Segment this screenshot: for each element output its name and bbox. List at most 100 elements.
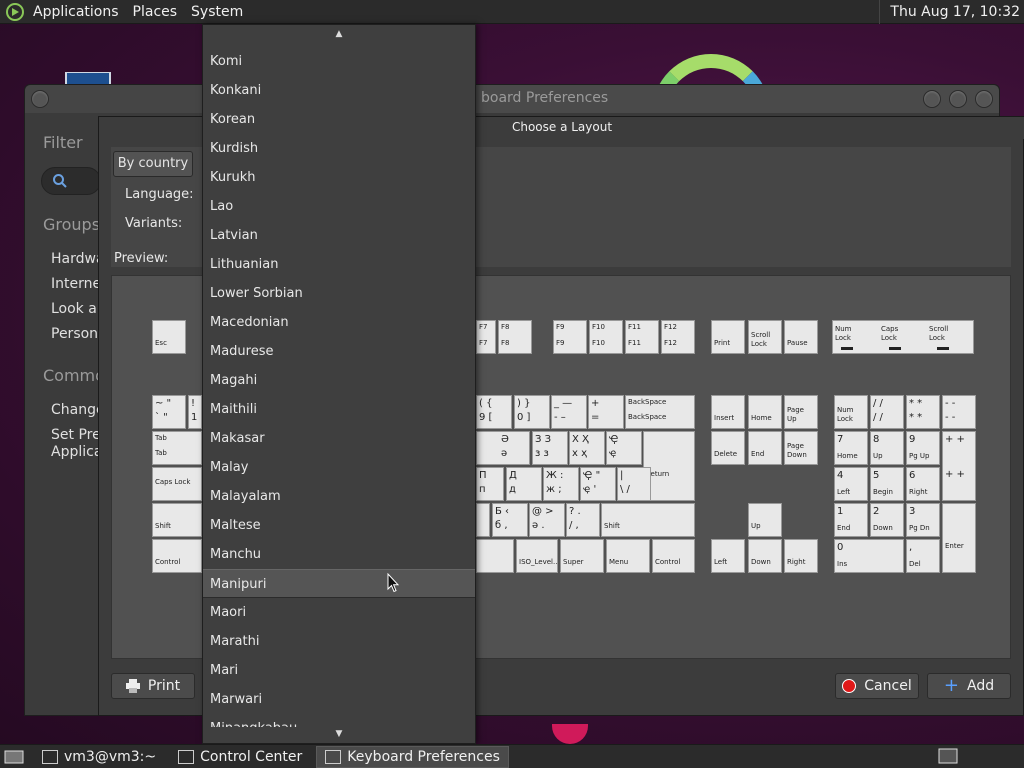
key-shift-left: Shift <box>152 503 202 537</box>
language-item-madurese[interactable]: Madurese <box>203 337 475 366</box>
language-item-lithuanian[interactable]: Lithuanian <box>203 250 475 279</box>
key-control-left: Control <box>152 539 202 573</box>
control-center-icon <box>178 749 195 764</box>
lock-indicators: Num Lock Caps Lock Scroll Lock <box>832 320 974 354</box>
key-kp-5: 5 Begin <box>870 467 904 501</box>
language-item-marathi[interactable]: Marathi <box>203 627 475 656</box>
key-right: Right <box>784 539 818 573</box>
language-item-komi[interactable]: Komi <box>203 47 475 76</box>
key-kp-divide: / / / / <box>870 395 904 429</box>
language-item-manchu[interactable]: Manchu <box>203 540 475 569</box>
variants-label: Variants: <box>125 216 183 231</box>
groups-heading: Groups <box>43 215 101 234</box>
workspace-switcher-icon[interactable] <box>938 748 958 764</box>
common-heading: Commo <box>43 366 105 385</box>
cancel-button[interactable]: Cancel <box>835 673 919 699</box>
language-item-lower-sorbian[interactable]: Lower Sorbian <box>203 279 475 308</box>
maximize-button[interactable] <box>949 90 967 108</box>
common-item-change[interactable]: Change <box>51 402 105 418</box>
add-button-label: Add <box>966 678 995 694</box>
language-item-macedonian[interactable]: Macedonian <box>203 308 475 337</box>
cancel-icon <box>842 679 857 693</box>
minimize-button[interactable] <box>923 90 941 108</box>
filter-search-input[interactable] <box>41 167 101 195</box>
key-partial <box>476 503 490 537</box>
key-de: Дд <box>506 467 542 501</box>
taskbar-item-label: Keyboard Preferences <box>347 748 500 765</box>
key-tilde: ~ " ` " <box>152 395 186 429</box>
print-button[interactable]: Print <box>111 673 195 699</box>
window-menu-button[interactable] <box>31 90 49 108</box>
key-kp-enter: Enter <box>942 503 976 573</box>
language-item-kurukh[interactable]: Kurukh <box>203 163 475 192</box>
filter-heading: Filter <box>43 133 83 152</box>
add-button[interactable]: + Add <box>927 673 1011 699</box>
language-item-korean[interactable]: Korean <box>203 105 475 134</box>
language-item-lao[interactable]: Lao <box>203 192 475 221</box>
language-item-konkani[interactable]: Konkani <box>203 76 475 105</box>
key-kp-6: 6 Right <box>906 467 940 501</box>
key-f9: F9 F9 <box>553 320 587 354</box>
key-9: ( {9 [ <box>476 395 512 429</box>
show-desktop-icon[interactable] <box>4 750 24 764</box>
language-item-manipuri[interactable]: Manipuri <box>203 569 475 598</box>
tab-by-country[interactable]: By country <box>113 151 193 177</box>
key-page-down: Page Down <box>784 431 818 465</box>
key-0: ) } 0 ] <box>514 395 550 429</box>
language-item-kurdish[interactable]: Kurdish <box>203 134 475 163</box>
print-button-label: Print <box>147 678 181 694</box>
preview-label: Preview: <box>114 251 169 266</box>
menu-places[interactable]: Places <box>126 0 185 24</box>
taskbar-item-terminal[interactable]: vm3@vm3:~ <box>34 746 164 768</box>
language-item-malayalam[interactable]: Malayalam <box>203 482 475 511</box>
key-question: ? . / , <box>566 503 600 537</box>
taskbar-item-control-center[interactable]: Control Center <box>170 746 310 768</box>
taskbar-item-keyboard-preferences[interactable]: Keyboard Preferences <box>316 745 509 768</box>
scroll-down-arrow[interactable]: ▼ <box>203 727 475 741</box>
terminal-icon <box>42 749 58 764</box>
cancel-button-label: Cancel <box>864 678 912 694</box>
printer-icon <box>125 679 140 693</box>
key-esc: Esc <box>152 320 186 354</box>
mouse-cursor-icon <box>387 573 399 593</box>
key-schwa: Әә <box>476 431 530 465</box>
language-item-maithili[interactable]: Maithili <box>203 395 475 424</box>
key-kp-multiply: * * * * <box>906 395 940 429</box>
language-item-maori[interactable]: Maori <box>203 598 475 627</box>
language-item-makasar[interactable]: Makasar <box>203 424 475 453</box>
close-button[interactable] <box>975 90 993 108</box>
key-pe: Пп <box>476 467 504 501</box>
language-list: Komi Konkani Korean Kurdish Kurukh Lao Latvian… <box>203 47 475 743</box>
key-insert: Insert <box>711 395 745 429</box>
menu-system[interactable]: System <box>184 0 250 24</box>
menu-applications[interactable]: Applications <box>26 0 126 24</box>
key-backslash: | \ / <box>617 467 651 501</box>
language-item-latvian[interactable]: Latvian <box>203 221 475 250</box>
group-hardware[interactable]: Hardwa <box>51 251 105 267</box>
distro-logo-icon[interactable] <box>6 2 24 21</box>
language-label: Language: <box>125 187 194 202</box>
keyboard-preferences-titlebar[interactable]: board Preferences <box>471 85 999 113</box>
language-item-mari[interactable]: Mari <box>203 656 475 685</box>
language-dropdown-list[interactable]: ▲ Komi Konkani Korean Kurdish Kurukh Lao Latvi… <box>202 24 476 744</box>
clock[interactable]: Thu Aug 17, 10:32 <box>879 0 1020 24</box>
key-page-up: Page Up <box>784 395 818 429</box>
language-item-marwari[interactable]: Marwari <box>203 685 475 714</box>
language-item-magahi[interactable]: Magahi <box>203 366 475 395</box>
key-kp-3: 3 Pg Dn <box>906 503 940 537</box>
key-menu: Menu <box>606 539 650 573</box>
key-down: Down <box>748 539 782 573</box>
key-delete: Delete <box>711 431 745 465</box>
key-kp-9: 9 Pg Up <box>906 431 940 465</box>
key-num-lock: Num Lock <box>834 395 868 429</box>
key-backspace: BackSpace BackSpace <box>625 395 695 429</box>
key-be: Б ‹ б , <box>492 503 528 537</box>
language-item-maltese[interactable]: Maltese <box>203 511 475 540</box>
scroll-up-arrow[interactable]: ▲ <box>203 27 475 41</box>
key-kp-2: 2 Down <box>870 503 904 537</box>
key-end: End <box>748 431 782 465</box>
language-item-malay[interactable]: Malay <box>203 453 475 482</box>
key-kp-8: 8 Up <box>870 431 904 465</box>
key-f12: F12 F12 <box>661 320 695 354</box>
key-at: @ > ә . <box>529 503 565 537</box>
